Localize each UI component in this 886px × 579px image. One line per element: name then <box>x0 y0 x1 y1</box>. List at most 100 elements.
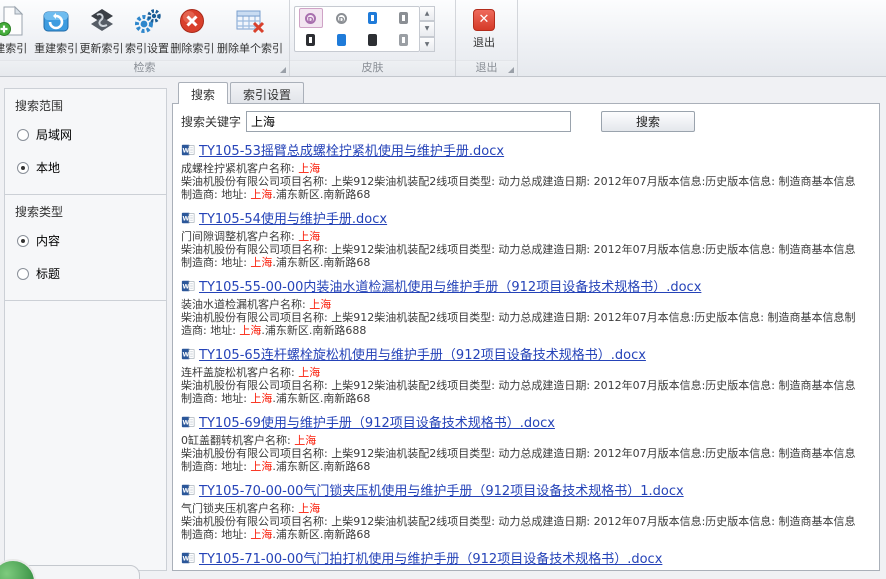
ribbon-group-index: 建索引 重建索引 更新索引 <box>0 0 290 76</box>
ribbon-group-skin: D D ▲ ▼ ▼ 皮肤 <box>290 0 456 76</box>
create-index-label: 建索引 <box>0 40 27 56</box>
word-doc-icon: W <box>181 551 195 565</box>
exit-button[interactable]: ✕ 退出 <box>460 2 508 50</box>
skin-option-4[interactable] <box>392 8 416 28</box>
word-doc-icon: W <box>181 347 195 361</box>
skin-swatch-icon <box>368 12 377 24</box>
search-keyword-input[interactable] <box>246 111 571 132</box>
radio-local-label: 本地 <box>36 159 60 176</box>
radio-circle-icon[interactable] <box>17 162 29 174</box>
svg-text:W: W <box>182 147 189 154</box>
skin-swatch-icon <box>368 34 377 46</box>
ribbon-group-exit: ✕ 退出 退出 <box>456 0 518 76</box>
radio-circle-icon[interactable] <box>17 268 29 280</box>
skin-option-5[interactable] <box>299 30 323 50</box>
radio-lan[interactable]: 局域网 <box>17 126 154 143</box>
skin-option-2[interactable]: D <box>330 8 354 28</box>
result-item: W TY105-69使用与维护手册（912项目设备技术规格书）.docx 0缸盖… <box>181 412 871 473</box>
skin-option-7[interactable] <box>361 30 385 50</box>
status-balloon <box>0 565 140 579</box>
highlight-keyword: 上海 <box>250 256 272 269</box>
radio-title[interactable]: 标题 <box>17 265 154 282</box>
delete-index-label: 删除索引 <box>170 40 214 56</box>
result-snippet: 装油水道检漏机客户名称: 上海 柴油机股份有限公司项目名称: 上柴912柴油机装… <box>181 298 871 337</box>
search-button[interactable]: 搜索 <box>601 111 695 132</box>
balloon-bubble <box>20 565 140 579</box>
search-options-sidebar: 搜索范围 局域网 本地 搜索类型 内容 标题 <box>4 88 167 571</box>
create-index-button[interactable]: 建索引 <box>0 2 33 56</box>
svg-text:W: W <box>182 555 189 562</box>
result-link[interactable]: TY105-70-00-00气门锁夹压机使用与维护手册（912项目设备技术规格书… <box>199 480 684 499</box>
index-settings-button[interactable]: 索引设置 <box>124 2 169 56</box>
result-snippet: 0缸盖翻转机客户名称: 上海 柴油机股份有限公司项目名称: 上柴912柴油机装配… <box>181 434 871 473</box>
result-item: W TY105-55-00-00内装油水道检漏机使用与维护手册（912项目设备技… <box>181 276 871 337</box>
search-bar: 搜索关键字 搜索 <box>181 111 871 132</box>
highlight-keyword: 上海 <box>301 570 323 571</box>
highlight-keyword: 上海 <box>298 230 320 243</box>
skin-swatch-icon <box>337 34 346 46</box>
update-layers-icon <box>86 5 118 37</box>
highlight-keyword: 上海 <box>250 188 272 201</box>
index-settings-label: 索引设置 <box>125 40 169 56</box>
result-link[interactable]: TY105-54使用与维护手册.docx <box>199 208 387 227</box>
radio-local[interactable]: 本地 <box>17 159 154 176</box>
highlight-keyword: 上海 <box>250 528 272 541</box>
skin-swatch-icon: D <box>336 13 347 24</box>
result-item: W TY105-70-00-00气门锁夹压机使用与维护手册（912项目设备技术规… <box>181 480 871 541</box>
result-link[interactable]: TY105-71-00-00气门拍打机使用与维护手册（912项目设备技术规格书）… <box>199 548 662 567</box>
result-link[interactable]: TY105-55-00-00内装油水道检漏机使用与维护手册（912项目设备技术规… <box>199 276 701 295</box>
svg-text:W: W <box>182 351 189 358</box>
skin-gallery-box: D D <box>294 6 420 52</box>
skin-option-1[interactable]: D <box>299 8 323 28</box>
svg-text:W: W <box>182 487 189 494</box>
rebuild-drive-icon <box>40 5 72 37</box>
highlight-keyword: 上海 <box>239 324 261 337</box>
skin-option-6[interactable] <box>330 30 354 50</box>
word-doc-icon: W <box>181 143 195 157</box>
skin-swatch-icon <box>399 12 408 24</box>
radio-circle-icon[interactable] <box>17 129 29 141</box>
dialog-launcher-icon[interactable] <box>280 67 286 73</box>
radio-lan-label: 局域网 <box>36 126 72 143</box>
radio-title-label: 标题 <box>36 265 60 282</box>
skin-swatch-icon <box>306 34 315 46</box>
ribbon-toolbar: 建索引 重建索引 更新索引 <box>0 0 886 77</box>
word-doc-icon: W <box>181 483 195 497</box>
result-link[interactable]: TY105-53摇臂总成螺栓拧紧机使用与维护手册.docx <box>199 140 504 159</box>
radio-content[interactable]: 内容 <box>17 232 154 249</box>
result-snippet: 00气门拍打机客户名称: 上海 柴油机股份有限公司项目名称: 上柴912柴油机装… <box>181 570 871 571</box>
search-keyword-label: 搜索关键字 <box>181 113 241 130</box>
tab-index-settings[interactable]: 索引设置 <box>230 82 304 103</box>
highlight-keyword: 上海 <box>250 460 272 473</box>
svg-text:W: W <box>182 283 189 290</box>
result-snippet: 气门锁夹压机客户名称: 上海 柴油机股份有限公司项目名称: 上柴912柴油机装配… <box>181 502 871 541</box>
result-link[interactable]: TY105-65连杆螺栓旋松机使用与维护手册（912项目设备技术规格书）.doc… <box>199 344 646 363</box>
delete-index-button[interactable]: 删除索引 <box>170 2 215 56</box>
highlight-keyword: 上海 <box>298 366 320 379</box>
index-group-caption: 检索 <box>0 60 289 75</box>
skin-option-8[interactable] <box>392 30 416 50</box>
gears-icon <box>131 5 163 37</box>
result-item: W TY105-71-00-00气门拍打机使用与维护手册（912项目设备技术规格… <box>181 548 871 571</box>
search-scope-group: 搜索范围 局域网 本地 <box>5 89 166 195</box>
highlight-keyword: 上海 <box>294 434 316 447</box>
skin-swatch-icon: D <box>305 13 316 24</box>
radio-circle-icon[interactable] <box>17 235 29 247</box>
skin-swatch-icon <box>399 34 408 46</box>
highlight-keyword: 上海 <box>250 392 272 405</box>
dialog-launcher-icon[interactable] <box>508 67 514 73</box>
highlight-keyword: 上海 <box>309 298 331 311</box>
delete-single-index-button[interactable]: 删除单个索引 <box>215 2 285 56</box>
ribbon-spacer <box>518 0 886 76</box>
search-results-panel: 搜索关键字 搜索 W TY105-53摇臂总成螺栓拧紧机使用与维护手册.docx… <box>172 103 880 571</box>
svg-text:W: W <box>182 215 189 222</box>
gallery-dropdown-icon[interactable]: ▼ <box>420 37 435 52</box>
result-item: W TY105-65连杆螺栓旋松机使用与维护手册（912项目设备技术规格书）.d… <box>181 344 871 405</box>
skin-option-3[interactable] <box>361 8 385 28</box>
rebuild-index-button[interactable]: 重建索引 <box>33 2 78 56</box>
update-index-button[interactable]: 更新索引 <box>79 2 124 56</box>
result-link[interactable]: TY105-69使用与维护手册（912项目设备技术规格书）.docx <box>199 412 555 431</box>
gallery-scroll-up-icon[interactable]: ▲ <box>420 6 435 21</box>
tab-search[interactable]: 搜索 <box>178 82 228 104</box>
gallery-scroll-down-icon[interactable]: ▼ <box>420 21 435 36</box>
